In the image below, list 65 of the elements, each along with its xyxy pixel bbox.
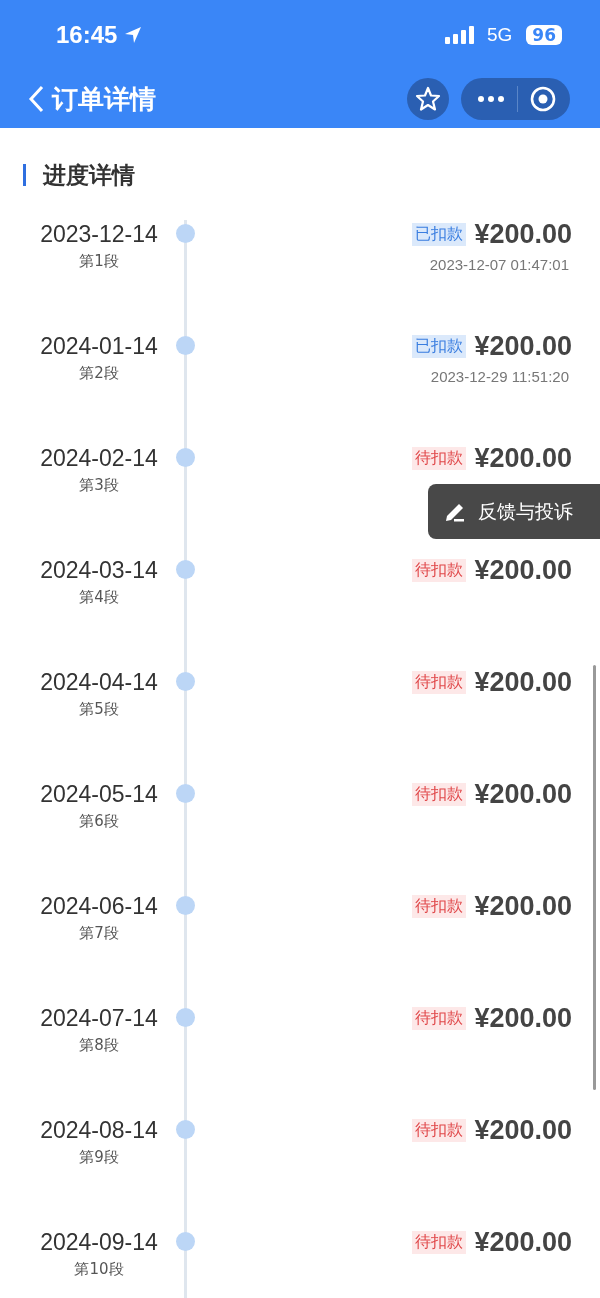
timeline-dot [176,672,195,691]
network-label: 5G [486,24,513,46]
status-tag: 已扣款 [412,334,467,358]
feedback-button[interactable]: 反馈与投诉 [428,484,600,539]
timeline-dot [176,896,195,915]
timeline-dot [176,224,195,243]
status-tag: 待扣款 [412,1230,467,1254]
due-date: 2024-04-14 [40,668,158,696]
page-title: 订单详情 [52,82,156,116]
timeline-dot [176,1120,195,1139]
timeline-dot [176,448,195,467]
status-tag: 待扣款 [412,670,467,694]
back-icon[interactable] [28,85,44,113]
period-label: 第3段 [79,476,119,495]
amount: ¥200.00 [474,330,572,362]
period-label: 第5段 [79,700,119,719]
status-tag: 待扣款 [412,782,467,806]
amount: ¥200.00 [474,890,572,922]
period-label: 第6段 [79,812,119,831]
due-date: 2024-02-14 [40,444,158,472]
timeline-dot [176,336,195,355]
status-tag: 待扣款 [412,1006,467,1030]
amount: ¥200.00 [474,778,572,810]
status-tag: 待扣款 [412,1118,467,1142]
amount: ¥200.00 [474,1226,572,1258]
timeline-dot [176,1008,195,1027]
period-label: 第10段 [74,1260,124,1279]
period-label: 第8段 [79,1036,119,1055]
amount: ¥200.00 [474,554,572,586]
due-date: 2024-05-14 [40,780,158,808]
signal-icon [444,26,475,44]
period-label: 第4段 [79,588,119,607]
amount: ¥200.00 [474,218,572,250]
timeline-dot [176,1232,195,1251]
amount: ¥200.00 [474,1002,572,1034]
status-tag: 待扣款 [412,446,467,470]
amount: ¥200.00 [474,442,572,474]
star-icon [415,86,441,112]
amount: ¥200.00 [474,1114,572,1146]
period-label: 第7段 [79,924,119,943]
due-date: 2024-01-14 [40,332,158,360]
due-date: 2024-03-14 [40,556,158,584]
amount: ¥200.00 [474,666,572,698]
status-time: 16:45 [56,21,118,49]
status-tag: 已扣款 [412,222,467,246]
due-date: 2024-09-14 [40,1228,158,1256]
status-tag: 待扣款 [412,894,467,918]
payment-time: 2023-12-29 11:51:20 [430,368,569,385]
status-tag: 待扣款 [412,558,467,582]
period-label: 第2段 [79,364,119,383]
timeline-dot [176,784,195,803]
location-arrow-icon [123,25,144,45]
section-title: 进度详情 [43,160,135,190]
payment-time: 2023-12-07 01:47:01 [429,256,569,273]
close-icon[interactable] [530,86,556,112]
period-label: 第1段 [79,252,119,271]
timeline-dot [176,560,195,579]
more-icon[interactable] [477,95,505,103]
due-date: 2024-08-14 [40,1116,158,1144]
period-label: 第9段 [79,1148,119,1167]
due-date: 2024-06-14 [40,892,158,920]
battery-level: 96 [526,25,562,45]
due-date: 2024-07-14 [40,1004,158,1032]
due-date: 2023-12-14 [40,220,158,248]
favorite-button[interactable] [407,78,449,120]
